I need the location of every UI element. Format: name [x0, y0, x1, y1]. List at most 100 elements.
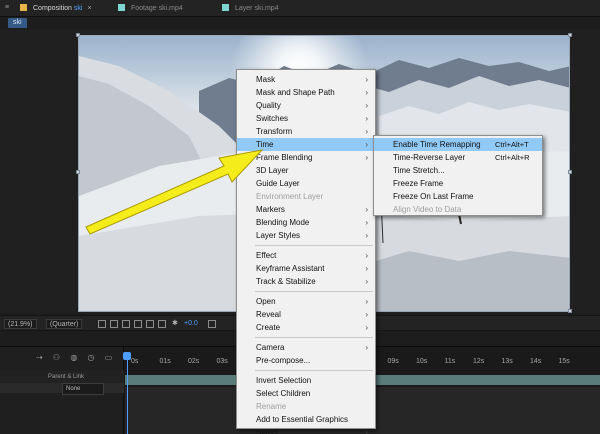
submenu-item-freeze-on-last-frame[interactable]: Freeze On Last Frame [374, 190, 542, 203]
submenu-arrow-icon: › [365, 153, 368, 162]
menu-item-add-to-essential-graphics[interactable]: Add to Essential Graphics [237, 413, 375, 426]
menu-item-label: Rename [256, 402, 287, 411]
submenu-item-align-video-to-data: Align Video to Data [374, 203, 542, 216]
time-ruler-tick: 03s [216, 358, 228, 365]
menu-item-quality[interactable]: Quality › [237, 99, 375, 112]
layer-context-menu: Mask › Mask and Shape Path › Quality › Switche… [236, 69, 376, 434]
time-ruler-tick: 15s [558, 358, 570, 365]
playhead[interactable] [123, 352, 131, 360]
menu-item-invert-selection[interactable]: Invert Selection [237, 374, 375, 387]
time-ruler-tick: 10s [416, 358, 428, 365]
close-tab-icon[interactable]: × [87, 5, 91, 12]
menu-item-label: Guide Layer [256, 179, 300, 188]
menu-item-label: Blending Mode [256, 218, 310, 227]
tab-composition[interactable]: Composition ski × [20, 3, 92, 14]
layer-row[interactable]: None [0, 383, 124, 395]
menu-item-label: Invert Selection [256, 376, 312, 385]
menu-item-3d-layer[interactable]: 3D Layer [237, 164, 375, 177]
color-management-icon[interactable] [158, 320, 166, 328]
menu-item-blending-mode[interactable]: Blending Mode › [237, 216, 375, 229]
menu-item-label: Mask [256, 75, 276, 84]
menu-item-frame-blending[interactable]: Frame Blending › [237, 151, 375, 164]
submenu-arrow-icon: › [365, 127, 368, 136]
menu-item-markers[interactable]: Markers › [237, 203, 375, 216]
exposure-reset-icon[interactable]: ✱ [172, 319, 178, 329]
column-header-parent: Parent & Link [0, 371, 124, 383]
zoom-select[interactable]: (21.9%) [4, 319, 37, 329]
menu-separator [255, 245, 373, 246]
menu-item-environment-layer: Environment Layer [237, 190, 375, 203]
menu-item-label: Open [256, 297, 276, 306]
guides-icon[interactable] [134, 320, 142, 328]
submenu-arrow-icon: › [365, 205, 368, 214]
layer-list: ⇢ ⚇ ◍ ◷ ▭ Parent & Link None [0, 347, 124, 434]
menu-item-label: Effect [256, 251, 277, 260]
frame-handle[interactable] [568, 170, 572, 174]
submenu-arrow-icon: › [365, 114, 368, 123]
time-ruler-tick: 13s [501, 358, 513, 365]
menu-item-mask-and-shape-path[interactable]: Mask and Shape Path › [237, 86, 375, 99]
menu-item-label: Camera [256, 343, 285, 352]
menu-item-mask[interactable]: Mask › [237, 73, 375, 86]
submenu-arrow-icon: › [365, 231, 368, 240]
submenu-item-label: Align Video to Data [393, 205, 462, 214]
panel-menu-icon[interactable]: ≡ [5, 4, 9, 11]
submenu-arrow-icon: › [365, 297, 368, 306]
submenu-arrow-icon: › [365, 88, 368, 97]
menu-item-select[interactable]: Select › [237, 426, 375, 434]
menu-item-track-stabilize[interactable]: Track & Stabilize › [237, 275, 375, 288]
submenu-item-label: Freeze Frame [393, 179, 444, 188]
submenu-item-label: Time-Reverse Layer [393, 153, 466, 162]
submenu-item-time-stretch[interactable]: Time Stretch... [374, 164, 542, 177]
exposure-value[interactable]: +0.0 [184, 319, 198, 329]
tab-layer[interactable]: Layer ski.mp4 [222, 3, 279, 14]
parent-select[interactable]: None [62, 383, 104, 395]
shortcut-label: Ctrl+Alt+R [495, 153, 530, 162]
menu-item-label: Switches [256, 114, 289, 123]
resolution-select[interactable]: (Quarter) [46, 319, 83, 329]
tab-footage[interactable]: Footage ski.mp4 [118, 3, 183, 14]
menu-item-switches[interactable]: Switches › [237, 112, 375, 125]
submenu-item-time-reverse-layer[interactable]: Time-Reverse Layer Ctrl+Alt+R [374, 151, 542, 164]
menu-item-reveal[interactable]: Reveal › [237, 308, 375, 321]
menu-item-label: Create [256, 323, 281, 332]
menu-item-label: Transform [256, 127, 293, 136]
menu-item-layer-styles[interactable]: Layer Styles › [237, 229, 375, 242]
transparency-grid-icon[interactable] [110, 320, 118, 328]
menu-item-camera[interactable]: Camera › [237, 341, 375, 354]
menu-item-pre-compose[interactable]: Pre-compose... [237, 354, 375, 367]
menu-item-keyframe-assistant[interactable]: Keyframe Assistant › [237, 262, 375, 275]
composition-subtab[interactable]: ski [8, 18, 27, 28]
composition-icon [20, 4, 27, 11]
timeline-switch-icons[interactable]: ⇢ ⚇ ◍ ◷ ▭ [36, 353, 116, 362]
snapshot-icon[interactable] [208, 320, 216, 328]
playhead-line [127, 352, 128, 434]
menu-item-open[interactable]: Open › [237, 295, 375, 308]
submenu-arrow-icon: › [365, 277, 368, 286]
menu-item-create[interactable]: Create › [237, 321, 375, 334]
menu-item-transform[interactable]: Transform › [237, 125, 375, 138]
menu-item-time[interactable]: Time › [237, 138, 375, 151]
menu-item-label: Pre-compose... [256, 356, 311, 365]
menu-item-label: Environment Layer [256, 192, 324, 201]
frame-handle[interactable] [76, 33, 80, 37]
menu-item-label: Add to Essential Graphics [256, 415, 349, 424]
submenu-arrow-icon: › [365, 428, 368, 434]
menu-item-label: Track & Stabilize [256, 277, 316, 286]
frame-handle[interactable] [76, 170, 80, 174]
submenu-item-freeze-frame[interactable]: Freeze Frame [374, 177, 542, 190]
mask-visibility-icon[interactable] [122, 320, 130, 328]
frame-handle[interactable] [568, 33, 572, 37]
region-of-interest-icon[interactable] [98, 320, 106, 328]
submenu-arrow-icon: › [365, 343, 368, 352]
frame-handle[interactable] [568, 309, 572, 313]
channel-icon[interactable] [146, 320, 154, 328]
submenu-arrow-icon: › [365, 218, 368, 227]
menu-item-effect[interactable]: Effect › [237, 249, 375, 262]
menu-separator [255, 370, 373, 371]
menu-item-guide-layer[interactable]: Guide Layer [237, 177, 375, 190]
time-ruler-tick: 01s [159, 358, 171, 365]
menu-item-select-children[interactable]: Select Children [237, 387, 375, 400]
submenu-item-enable-time-remapping[interactable]: Enable Time Remapping Ctrl+Alt+T [374, 138, 542, 151]
menu-item-label: 3D Layer [256, 166, 289, 175]
